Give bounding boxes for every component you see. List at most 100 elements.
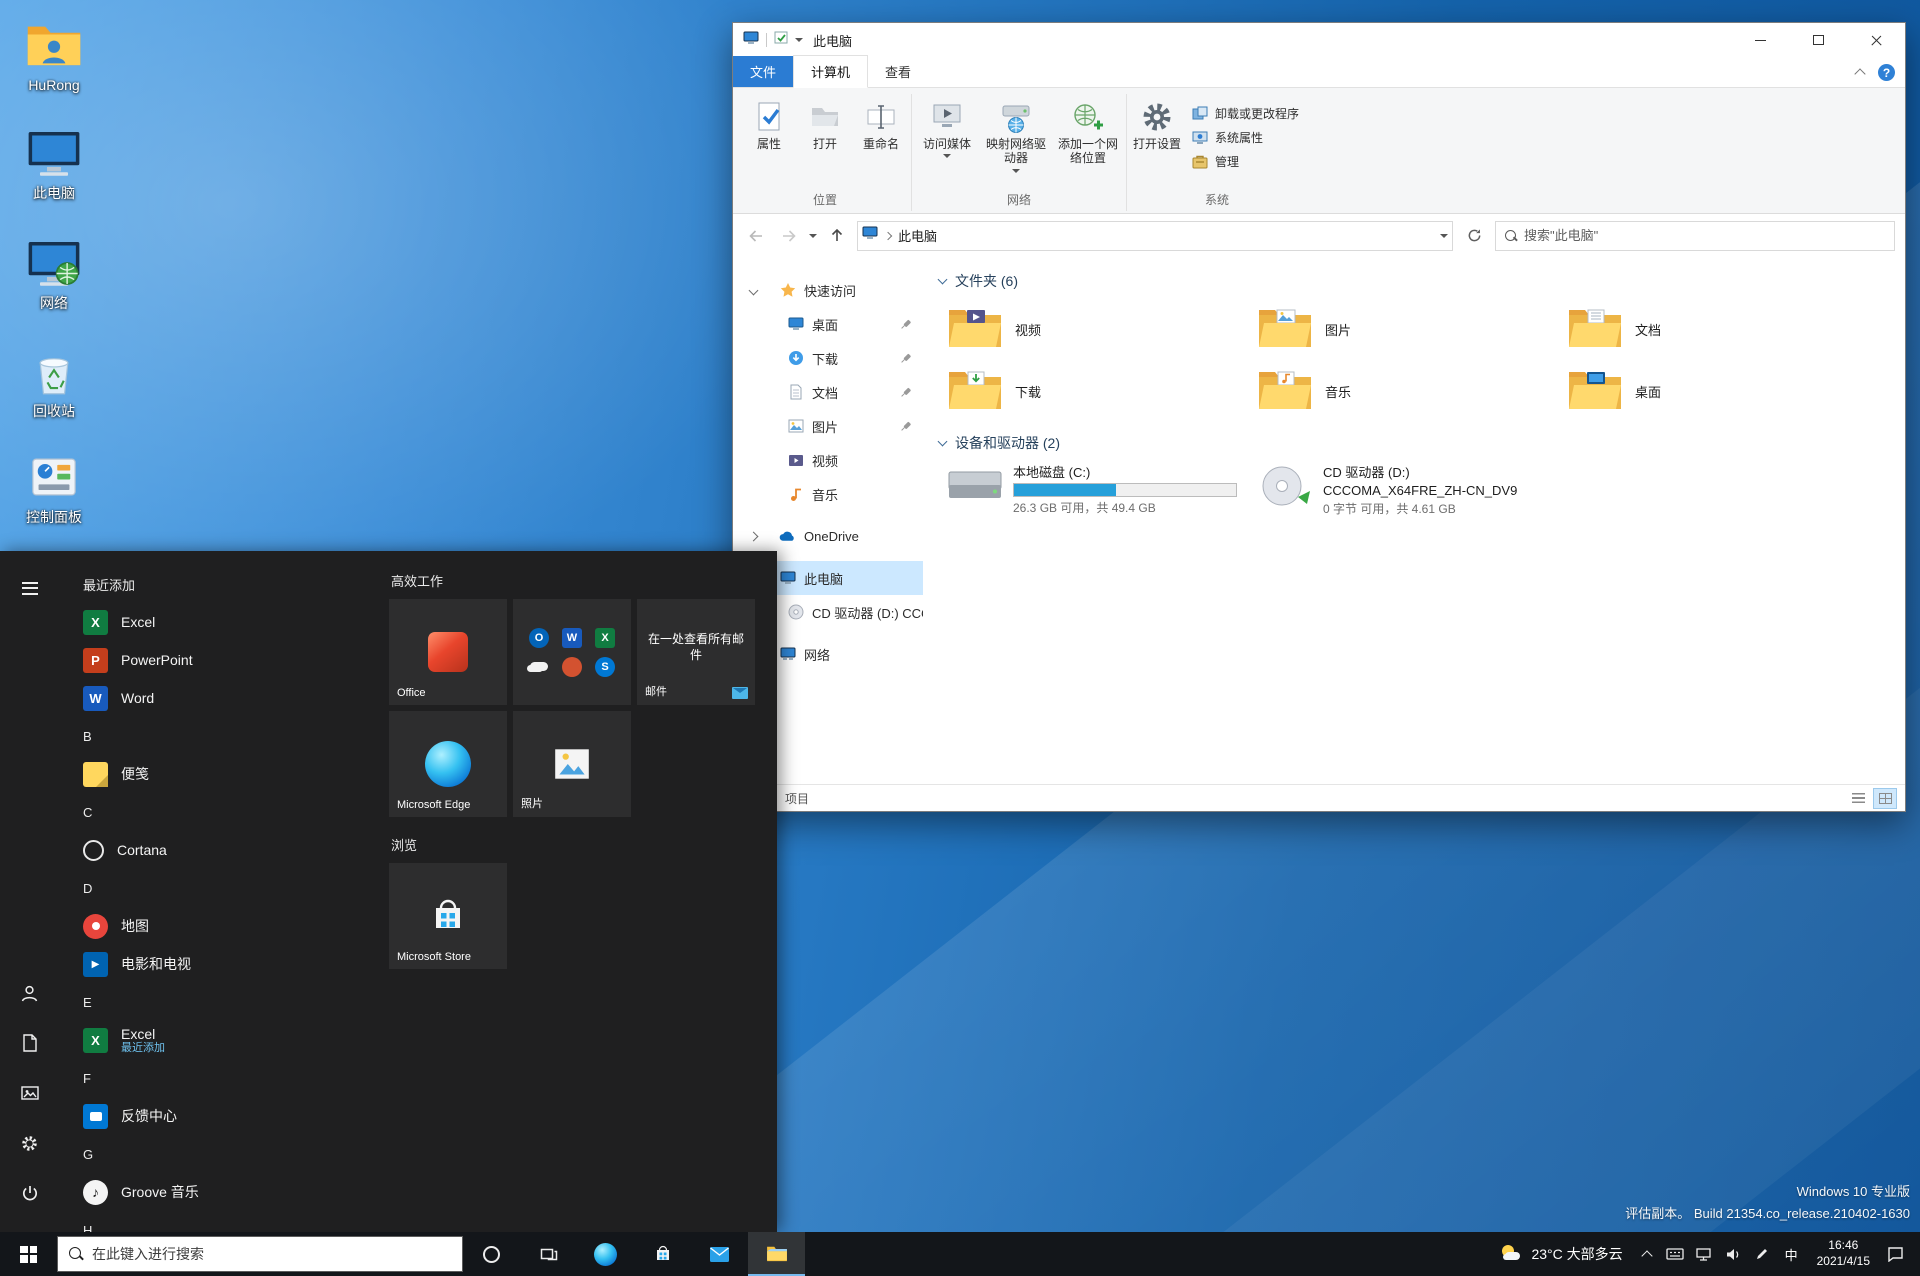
forward-button[interactable] [776,223,802,249]
app-item-cortana[interactable]: Cortana [59,831,389,869]
maximize-button[interactable] [1789,23,1847,57]
taskbar-store-button[interactable] [634,1232,691,1276]
tile-group-productivity[interactable]: 高效工作 [391,565,777,595]
action-center-button[interactable] [1881,1246,1910,1262]
folder-documents[interactable]: 文档 [1559,299,1865,359]
refresh-button[interactable] [1460,222,1488,250]
help-icon[interactable] [1878,64,1895,81]
collapse-ribbon-icon[interactable] [1854,68,1866,80]
app-item-maps[interactable]: 地图 [59,907,389,945]
nav-onedrive[interactable]: OneDrive [733,519,923,553]
folder-downloads[interactable]: 下载 [939,361,1245,421]
taskbar-edge-button[interactable] [577,1232,634,1276]
rename-button[interactable]: 重命名 [855,95,907,155]
nav-downloads[interactable]: 下载 [733,341,923,375]
nav-desktop[interactable]: 桌面 [733,307,923,341]
list-header-g[interactable]: G [59,1135,389,1173]
power-button[interactable] [8,1172,52,1214]
taskbar-file-explorer-button[interactable] [748,1232,805,1276]
qat-properties-icon[interactable] [774,31,788,49]
expand-menu-button[interactable] [8,567,52,609]
folder-videos[interactable]: 视频 [939,299,1245,359]
tile-photos[interactable]: 照片 [513,711,631,817]
weather-widget[interactable]: 23°C 大部多云 [1488,1244,1634,1264]
documents-button[interactable] [8,1022,52,1064]
taskbar-mail-button[interactable] [691,1232,748,1276]
nav-music[interactable]: 音乐 [733,477,923,511]
app-item-sticky-notes[interactable]: 便笺 [59,755,389,793]
thumbnail-view-button[interactable] [1873,787,1897,809]
minimize-button[interactable] [1731,23,1789,57]
tile-group-browse[interactable]: 浏览 [391,829,777,859]
titlebar[interactable]: 此电脑 [733,23,1905,57]
taskbar-clock[interactable]: 16:46 2021/4/15 [1806,1238,1881,1269]
list-header-b[interactable]: B [59,717,389,755]
explorer-search[interactable] [1495,220,1895,251]
ime-indicator[interactable]: 中 [1777,1245,1806,1264]
nav-pictures[interactable]: 图片 [733,409,923,443]
list-header-h[interactable]: H [59,1211,389,1233]
chevron-right-icon[interactable] [748,531,759,541]
properties-button[interactable]: 属性 [743,95,795,155]
touch-keyboard-icon[interactable] [1661,1248,1690,1260]
details-view-button[interactable] [1846,788,1870,809]
app-item-feedback-hub[interactable]: 反馈中心 [59,1097,389,1135]
folder-pictures[interactable]: 图片 [1249,299,1555,359]
desktop-icon-user-folder[interactable]: HuRong [6,18,102,93]
app-item-excel[interactable]: Excel [59,603,389,641]
list-header-c[interactable]: C [59,793,389,831]
nav-videos[interactable]: 视频 [733,443,923,477]
pictures-button[interactable] [8,1072,52,1114]
volume-icon[interactable] [1719,1248,1748,1261]
taskbar-search-input[interactable] [92,1246,451,1262]
tile-edge[interactable]: Microsoft Edge [389,711,507,817]
recent-locations-caret-icon[interactable] [809,233,817,242]
network-icon[interactable] [1690,1247,1719,1261]
close-button[interactable] [1847,23,1905,57]
up-button[interactable] [824,223,850,249]
breadcrumb-location[interactable]: 此电脑 [898,226,1436,245]
folder-music[interactable]: 音乐 [1249,361,1555,421]
show-hidden-icons-chevron[interactable] [1640,1250,1653,1262]
add-network-location-button[interactable]: 添加一个网络位置 [1054,95,1122,170]
folder-desktop[interactable]: 桌面 [1559,361,1865,421]
devices-section-header[interactable]: 设备和驱动器 (2) [937,429,1905,457]
desktop-icon-this-pc[interactable]: 此电脑 [6,126,102,201]
settings-button[interactable] [8,1122,52,1164]
search-input[interactable] [1524,228,1885,243]
tab-file[interactable]: 文件 [733,56,794,87]
desktop-icon-network[interactable]: 网络 [6,236,102,311]
open-settings-button[interactable]: 打开设置 [1131,95,1183,155]
tab-computer[interactable]: 计算机 [793,55,869,88]
folders-section-header[interactable]: 文件夹 (6) [937,267,1905,295]
system-properties-button[interactable]: 系统属性 [1191,129,1299,146]
desktop-icon-recycle-bin[interactable]: 回收站 [6,344,102,419]
pen-icon[interactable] [1748,1247,1777,1261]
uninstall-button[interactable]: 卸载或更改程序 [1191,105,1299,122]
list-header-d[interactable]: D [59,869,389,907]
app-item-movies-tv[interactable]: 电影和电视 [59,945,389,983]
taskbar-search[interactable] [57,1236,463,1272]
access-media-button[interactable]: 访问媒体 [916,95,978,166]
tile-mail-live-icons[interactable] [513,599,631,705]
drive-c[interactable]: 本地磁盘 (C:) 26.3 GB 可用，共 49.4 GB [939,459,1245,521]
tab-view[interactable]: 查看 [868,56,928,87]
tile-mail[interactable]: 在一处查看所有邮件 邮件 [637,599,755,705]
open-button[interactable]: 打开 [799,95,851,155]
app-item-powerpoint[interactable]: PowerPoint [59,641,389,679]
task-view-button[interactable] [520,1232,577,1276]
app-item-excel-2[interactable]: Excel最近添加 [59,1021,389,1059]
breadcrumb-chevron-icon[interactable] [883,231,893,240]
nav-quick-access[interactable]: 快速访问 [733,273,923,307]
drive-d-cd[interactable]: CD 驱动器 (D:) CCCOMA_X64FRE_ZH-CN_DV9 0 字节… [1249,459,1555,521]
cortana-button[interactable] [463,1232,520,1276]
chevron-down-icon[interactable] [748,285,759,295]
app-item-word[interactable]: Word [59,679,389,717]
app-item-groove-music[interactable]: Groove 音乐 [59,1173,389,1211]
list-header-e[interactable]: E [59,983,389,1021]
qat-customize-caret-icon[interactable] [795,38,803,46]
manage-button[interactable]: 管理 [1191,153,1299,170]
nav-documents[interactable]: 文档 [733,375,923,409]
map-network-drive-button[interactable]: 映射网络驱动器 [982,95,1050,181]
breadcrumb[interactable]: 此电脑 [857,220,1453,251]
